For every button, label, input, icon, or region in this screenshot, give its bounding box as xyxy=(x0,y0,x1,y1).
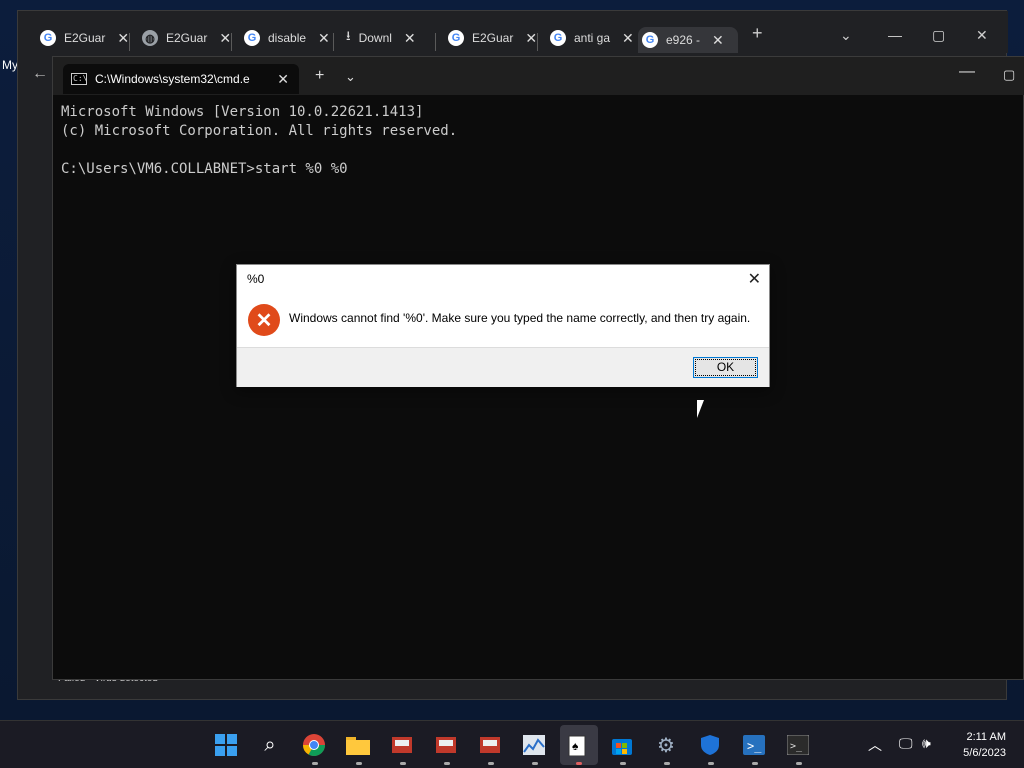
chevron-down-icon[interactable]: ⌄ xyxy=(345,69,356,85)
settings-gear-icon[interactable]: ⚙ xyxy=(654,733,678,757)
close-icon[interactable]: ✕ xyxy=(622,30,634,47)
globe-icon: ◍ xyxy=(142,30,158,46)
volume-icon[interactable]: 🕪 xyxy=(922,735,931,752)
tab-label: disable xyxy=(268,31,307,45)
taskbar: ⌕ ♠ ⚙ >_ >_ ︿ 🖵 🕪 2:11 AM 5/6/2023 xyxy=(0,720,1024,768)
tab-label: anti ga xyxy=(574,31,611,45)
dialog-title: %0 xyxy=(247,272,265,286)
close-window-button[interactable]: ✕ xyxy=(976,27,988,44)
chrome-tab-2[interactable]: ◍ E2Guar ✕ xyxy=(138,25,231,51)
svg-text:>_: >_ xyxy=(747,739,762,753)
svg-text:♠: ♠ xyxy=(572,739,579,753)
terminal-line: Microsoft Windows [Version 10.0.22621.14… xyxy=(61,104,424,120)
dialog-footer: OK xyxy=(237,347,769,387)
security-shield-icon[interactable] xyxy=(698,733,722,757)
terminal-output[interactable]: Microsoft Windows [Version 10.0.22621.14… xyxy=(61,103,457,179)
new-tab-button[interactable]: + xyxy=(315,67,324,85)
ok-button[interactable]: OK xyxy=(693,357,758,378)
clock-time: 2:11 AM xyxy=(966,731,1006,743)
google-icon: G xyxy=(642,32,658,48)
close-icon[interactable]: ✕ xyxy=(117,30,129,47)
chrome-taskbar-icon[interactable] xyxy=(302,733,326,757)
clock-date: 5/6/2023 xyxy=(963,747,1006,759)
terminal-line: (c) Microsoft Corporation. All rights re… xyxy=(61,123,458,139)
google-icon: G xyxy=(448,30,464,46)
search-icon[interactable]: ⌕ xyxy=(258,733,282,757)
chrome-page-left-strip: ← xyxy=(18,53,52,699)
chrome-tab-5[interactable]: G E2Guar ✕ xyxy=(444,25,537,51)
error-dialog: %0 ✕ ✕ Windows cannot find '%0'. Make su… xyxy=(236,264,770,387)
chrome-tab-3[interactable]: G disable ✕ xyxy=(240,25,330,51)
close-icon[interactable]: ✕ xyxy=(318,30,330,47)
solitaire-icon[interactable]: ♠ xyxy=(566,733,590,757)
google-icon: G xyxy=(550,30,566,46)
start-button[interactable] xyxy=(214,733,238,757)
download-icon: ⭳ xyxy=(346,28,351,43)
close-icon[interactable]: ✕ xyxy=(748,269,761,289)
mouse-cursor-icon xyxy=(697,400,711,418)
close-icon[interactable]: ✕ xyxy=(219,30,231,47)
back-arrow-icon[interactable]: ← xyxy=(32,65,48,83)
chrome-tab-strip: G E2Guar ✕ ◍ E2Guar ✕ G disable ✕ ⭳ Down… xyxy=(18,11,1008,53)
terminal-tab[interactable]: C:\ C:\Windows\system32\cmd.e ✕ xyxy=(63,64,299,94)
tab-label: E2Guar xyxy=(64,31,106,45)
dialog-message: Windows cannot find '%0'. Make sure you … xyxy=(289,311,751,325)
svg-text:>_: >_ xyxy=(790,741,803,752)
chrome-tab-1[interactable]: G E2Guar ✕ xyxy=(36,25,129,51)
terminal-titlebar: C:\ C:\Windows\system32\cmd.e ✕ + ⌄ — ▢ xyxy=(53,57,1024,95)
close-icon[interactable]: ✕ xyxy=(525,30,537,47)
close-icon[interactable]: ✕ xyxy=(277,71,289,88)
clock[interactable]: 2:11 AM 5/6/2023 xyxy=(963,729,1006,761)
chrome-tab-6[interactable]: G anti ga ✕ xyxy=(546,25,634,51)
minimize-button[interactable]: — xyxy=(888,27,902,43)
chevron-down-icon[interactable]: ⌄ xyxy=(840,27,852,44)
google-icon: G xyxy=(244,30,260,46)
tab-label: Downl xyxy=(358,31,392,45)
cmd-icon: C:\ xyxy=(71,73,88,85)
new-tab-button[interactable]: + xyxy=(752,23,763,44)
close-icon[interactable]: ✕ xyxy=(712,32,724,49)
performance-monitor-icon[interactable] xyxy=(522,733,546,757)
maximize-button[interactable]: ▢ xyxy=(1003,67,1015,83)
desktop-icon-label[interactable]: My xyxy=(2,58,18,72)
app-icon[interactable] xyxy=(478,733,502,757)
terminal-line: C:\Users\VM6.COLLABNET>start %0 %0 xyxy=(61,161,348,177)
app-icon[interactable] xyxy=(434,733,458,757)
file-explorer-icon[interactable] xyxy=(346,733,370,757)
chrome-tab-4[interactable]: ⭳ Downl ✕ xyxy=(342,25,416,51)
chevron-up-icon[interactable]: ︿ xyxy=(868,735,882,755)
error-icon: ✕ xyxy=(248,304,280,336)
chrome-tab-7[interactable]: G e926 - ✕ xyxy=(638,27,738,53)
maximize-button[interactable]: ▢ xyxy=(932,27,945,44)
tab-label: E2Guar xyxy=(472,31,514,45)
network-icon[interactable]: 🖵 xyxy=(899,735,913,752)
tab-label: E2Guar xyxy=(166,31,208,45)
terminal-tab-title: C:\Windows\system32\cmd.e xyxy=(95,72,250,86)
store-icon[interactable] xyxy=(610,733,634,757)
powershell-icon[interactable]: >_ xyxy=(742,733,766,757)
minimize-button[interactable]: — xyxy=(959,63,975,81)
google-icon: G xyxy=(40,30,56,46)
tab-label: e926 - xyxy=(666,33,701,47)
windows-icon xyxy=(215,734,237,756)
terminal-icon[interactable]: >_ xyxy=(786,733,810,757)
app-icon[interactable] xyxy=(390,733,414,757)
close-icon[interactable]: ✕ xyxy=(404,30,416,47)
